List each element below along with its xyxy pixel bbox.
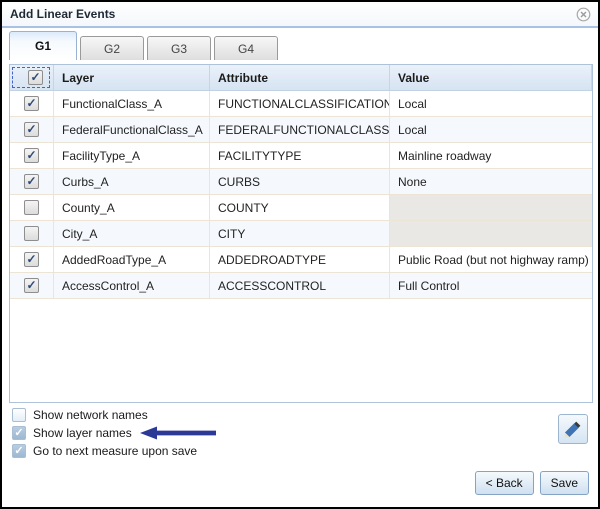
edit-button[interactable] xyxy=(558,414,588,444)
value-cell: Mainline roadway xyxy=(390,143,592,168)
row-checkbox[interactable] xyxy=(24,174,39,189)
dialog-title: Add Linear Events xyxy=(10,7,115,21)
layer-cell: FunctionalClass_A xyxy=(54,91,210,116)
attribute-cell: FEDERALFUNCTIONALCLASS xyxy=(210,117,390,142)
option-checkbox[interactable] xyxy=(12,426,26,440)
row-checkbox[interactable] xyxy=(24,226,39,241)
row-checkbox[interactable] xyxy=(24,278,39,293)
value-cell xyxy=(390,221,592,246)
option-row: Show network names xyxy=(12,406,216,424)
column-header-attribute[interactable]: Attribute xyxy=(210,65,390,90)
row-checkbox-cell xyxy=(10,221,54,246)
back-button[interactable]: < Back xyxy=(475,471,534,495)
options-group: Show network names Show layer names Go to … xyxy=(12,406,216,460)
column-header-layer[interactable]: Layer xyxy=(54,65,210,90)
attribute-cell: ACCESSCONTROL xyxy=(210,273,390,298)
layer-cell: County_A xyxy=(54,195,210,220)
row-checkbox-cell xyxy=(10,169,54,194)
footer-button-bar: < Back Save xyxy=(475,471,589,495)
option-checkbox[interactable] xyxy=(12,444,26,458)
tab-g2[interactable]: G2 xyxy=(80,36,144,60)
column-header-value[interactable]: Value xyxy=(390,65,592,90)
table-row[interactable]: FederalFunctionalClass_AFEDERALFUNCTIONA… xyxy=(10,117,592,143)
row-checkbox[interactable] xyxy=(24,122,39,137)
row-checkbox-cell xyxy=(10,195,54,220)
tab-strip: G1G2G3G4 xyxy=(2,28,598,60)
attribute-cell: FACILITYTYPE xyxy=(210,143,390,168)
add-linear-events-dialog: Add Linear Events G1G2G3G4 Layer Attribu… xyxy=(0,0,600,509)
layer-cell: FederalFunctionalClass_A xyxy=(54,117,210,142)
grid-body: FunctionalClass_AFUNCTIONALCLASSIFICATIO… xyxy=(10,91,592,299)
option-checkbox[interactable] xyxy=(12,408,26,422)
row-checkbox[interactable] xyxy=(24,148,39,163)
tab-g3[interactable]: G3 xyxy=(147,36,211,60)
row-checkbox[interactable] xyxy=(24,200,39,215)
attribute-cell: CURBS xyxy=(210,169,390,194)
save-button[interactable]: Save xyxy=(540,471,589,495)
focus-outline xyxy=(12,67,50,88)
table-row[interactable]: City_ACITY xyxy=(10,221,592,247)
layer-cell: City_A xyxy=(54,221,210,246)
attribute-cell: ADDEDROADTYPE xyxy=(210,247,390,272)
value-cell: None xyxy=(390,169,592,194)
table-row[interactable]: FunctionalClass_AFUNCTIONALCLASSIFICATIO… xyxy=(10,91,592,117)
row-checkbox-cell xyxy=(10,117,54,142)
layers-grid: Layer Attribute Value FunctionalClass_AF… xyxy=(9,64,593,403)
option-row: Show layer names xyxy=(12,424,216,442)
layer-cell: AccessControl_A xyxy=(54,273,210,298)
layer-cell: AddedRoadType_A xyxy=(54,247,210,272)
option-row: Go to next measure upon save xyxy=(12,442,216,460)
table-row[interactable]: AccessControl_AACCESSCONTROLFull Control xyxy=(10,273,592,299)
row-checkbox[interactable] xyxy=(24,96,39,111)
value-cell: Full Control xyxy=(390,273,592,298)
select-all-header-cell xyxy=(10,65,54,90)
row-checkbox-cell xyxy=(10,247,54,272)
row-checkbox-cell xyxy=(10,143,54,168)
attribute-cell: CITY xyxy=(210,221,390,246)
option-label: Go to next measure upon save xyxy=(33,444,197,458)
tab-g1[interactable]: G1 xyxy=(9,31,77,60)
attribute-cell: COUNTY xyxy=(210,195,390,220)
close-icon[interactable] xyxy=(576,7,591,22)
tab-g4[interactable]: G4 xyxy=(214,36,278,60)
value-cell xyxy=(390,195,592,220)
row-checkbox-cell xyxy=(10,273,54,298)
option-label: Show network names xyxy=(33,408,148,422)
layer-cell: Curbs_A xyxy=(54,169,210,194)
layer-cell: FacilityType_A xyxy=(54,143,210,168)
option-label: Show layer names xyxy=(33,426,132,440)
grid-header-row: Layer Attribute Value xyxy=(10,65,592,91)
row-checkbox[interactable] xyxy=(24,252,39,267)
row-checkbox-cell xyxy=(10,91,54,116)
table-row[interactable]: County_ACOUNTY xyxy=(10,195,592,221)
pencil-icon xyxy=(563,419,583,439)
value-cell: Public Road (but not highway ramp) xyxy=(390,247,592,272)
table-row[interactable]: Curbs_ACURBSNone xyxy=(10,169,592,195)
value-cell: Local xyxy=(390,117,592,142)
attribute-cell: FUNCTIONALCLASSIFICATION xyxy=(210,91,390,116)
annotation-arrow-icon xyxy=(140,426,216,440)
table-row[interactable]: FacilityType_AFACILITYTYPEMainline roadw… xyxy=(10,143,592,169)
table-row[interactable]: AddedRoadType_AADDEDROADTYPEPublic Road … xyxy=(10,247,592,273)
value-cell: Local xyxy=(390,91,592,116)
title-bar: Add Linear Events xyxy=(2,2,598,28)
